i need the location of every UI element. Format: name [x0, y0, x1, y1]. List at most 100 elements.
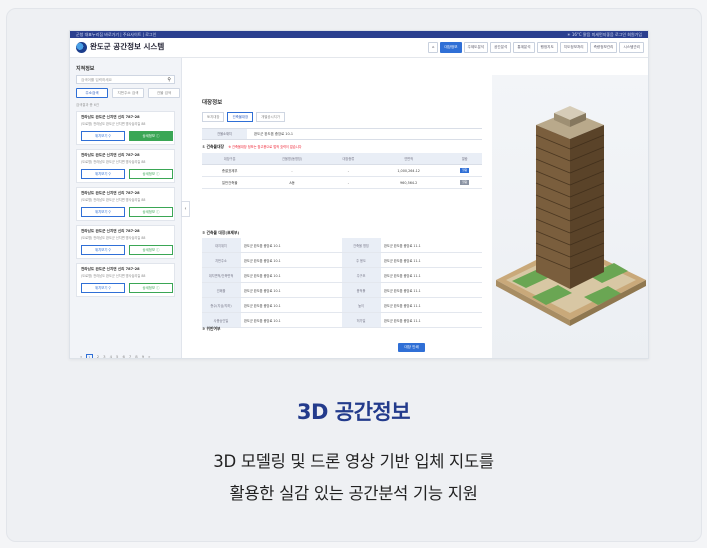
nav-item-6[interactable]: 지도정보처리: [559, 42, 588, 53]
table-cell: -: [326, 164, 370, 177]
table-row[interactable]: 일반건축물 A동 - 960,564.2 열람: [202, 176, 482, 189]
locate-button[interactable]: 위치보기 ⚲: [81, 283, 125, 293]
list-item: 전라남도 완도군 신지면 신리 787-28 (도로명) 전라남도 완도군 신지…: [76, 263, 175, 297]
page-8[interactable]: 8: [135, 354, 137, 358]
field-label: 주구조: [342, 267, 381, 283]
locate-button[interactable]: 위치보기 ⚲: [81, 245, 125, 255]
field-label: 건폐율: [202, 282, 241, 298]
list-item: 전라남도 완도군 신지면 신리 787-28 (도로명) 전라남도 완도군 신지…: [76, 187, 175, 221]
field-value: 완도군 완도읍 중앙로 10-1: [241, 312, 342, 328]
page-9[interactable]: 9: [142, 354, 144, 358]
locate-button[interactable]: 위치보기 ⚲: [81, 131, 125, 141]
register-table: 대장구분 건물명(동명칭) 대장종류 연면적 열람 총괄표제부 - - 1,00…: [202, 153, 482, 189]
nav-item-5[interactable]: 행정지도: [536, 42, 558, 53]
table-row: 대지면적/건축면적 완도군 완도읍 중앙로 10-1 주구조 완도군 완도읍 중…: [202, 267, 482, 283]
field-value: 완도군 완도읍 중앙로 11-1: [381, 267, 482, 283]
detail-button[interactable]: 상세정보 ⓘ: [129, 169, 173, 179]
result-title: 전라남도 완도군 신지면 신리 787-28: [81, 153, 140, 157]
nav-item-7[interactable]: 측량정보관리: [589, 42, 618, 53]
detail-button[interactable]: 상세정보 ⓘ: [129, 131, 173, 141]
result-sub: (도로명) 전라남도 완도군 신지면 명사십리길 88: [81, 236, 146, 240]
tab-building-register[interactable]: 건축물대장: [227, 112, 254, 122]
feature-title: 3D 공간정보: [296, 400, 411, 424]
column-header: 건물명(동명칭): [257, 153, 327, 165]
table-row: 지번주소 완도군 완도읍 중앙로 10-1 주 용도 완도군 완도읍 중앙로 1…: [202, 252, 482, 268]
field-label: 높이: [342, 297, 381, 313]
app-title: 완도군 공간정보 시스템: [90, 42, 165, 51]
list-item: 전라남도 완도군 신지면 신리 787-28 (도로명) 전라남도 완도군 신지…: [76, 111, 175, 145]
tab-address[interactable]: 주소검색: [76, 88, 108, 98]
page-7[interactable]: 7: [129, 354, 131, 358]
field-value: 완도군 완도읍 중앙로 10-1: [241, 238, 342, 253]
tab-land-price[interactable]: 개별공시지가: [256, 112, 285, 122]
search-input[interactable]: 검색어를 입력하세요 ⚲: [76, 75, 175, 84]
section-title: ③ 위반여부: [202, 326, 221, 331]
search-placeholder: 검색어를 입력하세요: [81, 78, 112, 82]
tab-land[interactable]: 토지대장: [202, 112, 225, 122]
app-screenshot: 군청 대표누리집 바로가기 | 주요사이트 | 로그인 ☀ 16°C 맑음 미세…: [69, 30, 649, 359]
main-nav: ⌂ 대장정보 주제도분석 공간분석 통계분석 행정지도 지도정보처리 측량정보관…: [428, 42, 644, 53]
table-row: 층수(지상/지하) 완도군 완도읍 중앙로 10-1 높이 완도군 완도읍 중앙…: [202, 297, 482, 313]
table-cell: -: [326, 176, 370, 189]
field-label: 대지위치: [202, 238, 241, 253]
building-detail-grid: 대지위치 완도군 완도읍 중앙로 10-1 건축물 명칭 완도군 완도읍 중앙로…: [202, 238, 482, 328]
sidebar-title: 지적정보: [76, 66, 95, 72]
view-button[interactable]: 열람: [460, 168, 470, 173]
section-heading: ① 건축물대장 ※ 건축물대장 정보는 참고용으로 법적 효력이 없습니다: [202, 144, 302, 150]
3d-map-view[interactable]: [492, 75, 648, 358]
result-title: 전라남도 완도군 신지면 신리 787-28: [81, 191, 140, 195]
column-header: 연면적: [369, 153, 448, 165]
detail-panel: 대장정보 토지대장 건축물대장 개별공시지가 건물소재지 완도군 완도읍 중앙로…: [196, 58, 486, 358]
field-value: 완도군 완도읍 중앙로 11-1: [381, 252, 482, 268]
table-cell: 총괄표제부: [202, 164, 258, 177]
page-5[interactable]: 5: [116, 354, 118, 358]
table-cell: 열람: [447, 176, 482, 189]
page-prev[interactable]: «: [80, 354, 82, 358]
result-title: 전라남도 완도군 신지면 신리 787-28: [81, 115, 140, 119]
detail-button[interactable]: 상세정보 ⓘ: [129, 245, 173, 255]
nav-item-4[interactable]: 통계분석: [513, 42, 535, 53]
sidebar-collapse-button[interactable]: ‹: [181, 201, 190, 217]
search-icon[interactable]: ⚲: [167, 76, 171, 85]
field-label: 주 용도: [342, 252, 381, 268]
pagination: « 1 2 3 4 5 6 7 8 9 »: [80, 354, 150, 358]
page-4[interactable]: 4: [110, 354, 112, 358]
top-utility-bar: 군청 대표누리집 바로가기 | 주요사이트 | 로그인 ☀ 16°C 맑음 미세…: [70, 31, 648, 38]
page-3[interactable]: 3: [103, 354, 105, 358]
detail-button[interactable]: 상세정보 ⓘ: [129, 283, 173, 293]
page-2[interactable]: 2: [97, 354, 99, 358]
section-title: ① 건축물대장: [202, 144, 225, 149]
table-cell: 960,564.2: [369, 176, 448, 189]
nav-item-2[interactable]: 주제도분석: [463, 42, 489, 53]
locate-button[interactable]: 위치보기 ⚲: [81, 207, 125, 217]
detail-button[interactable]: 상세정보 ⓘ: [129, 207, 173, 217]
field-label: 층수(지상/지하): [202, 297, 241, 313]
locate-button[interactable]: 위치보기 ⚲: [81, 169, 125, 179]
nav-item-3[interactable]: 공간분석: [490, 42, 512, 53]
field-value: 완도군 완도읍 중앙로 10-1: [241, 297, 342, 313]
page-next[interactable]: »: [148, 354, 150, 358]
nav-item-1[interactable]: 대장정보: [440, 42, 462, 53]
app-header: 완도군 공간정보 시스템 ⌂ 대장정보 주제도분석 공간분석 통계분석 행정지도…: [70, 38, 648, 58]
nav-item-8[interactable]: 시스템관리: [619, 42, 644, 53]
view-button[interactable]: 열람: [460, 180, 470, 185]
print-button[interactable]: 대장 인쇄: [398, 343, 425, 352]
page-6[interactable]: 6: [122, 354, 124, 358]
table-row[interactable]: 총괄표제부 - - 1,000,264.12 열람: [202, 164, 482, 177]
page-1[interactable]: 1: [86, 354, 93, 358]
tab-lot[interactable]: 지번주소 검색: [112, 88, 144, 98]
result-sub: (도로명) 전라남도 완도군 신지면 명사십리길 88: [81, 160, 146, 164]
field-value: 완도군 완도읍 중앙로 11-1: [381, 312, 482, 328]
table-header-row: 대장구분 건물명(동명칭) 대장종류 연면적 열람: [202, 153, 482, 165]
column-header: 대장종류: [326, 153, 370, 165]
field-label: 지번주소: [202, 252, 241, 268]
list-item: 전라남도 완도군 신지면 신리 787-28 (도로명) 전라남도 완도군 신지…: [76, 225, 175, 259]
tab-building[interactable]: 건물 검색: [148, 88, 180, 98]
home-button[interactable]: ⌂: [428, 42, 439, 53]
table-row: 대지위치 완도군 완도읍 중앙로 10-1 건축물 명칭 완도군 완도읍 중앙로…: [202, 238, 482, 253]
topbar-left-text: 군청 대표누리집 바로가기 | 주요사이트 | 로그인: [76, 32, 157, 37]
sidebar: 지적정보 검색어를 입력하세요 ⚲ 주소검색 지번주소 검색 건물 검색 검색결…: [70, 58, 182, 358]
section-title: ② 건축물 대장(표제부): [202, 230, 240, 235]
field-label: 용적률: [342, 282, 381, 298]
column-header: 열람: [447, 153, 482, 165]
